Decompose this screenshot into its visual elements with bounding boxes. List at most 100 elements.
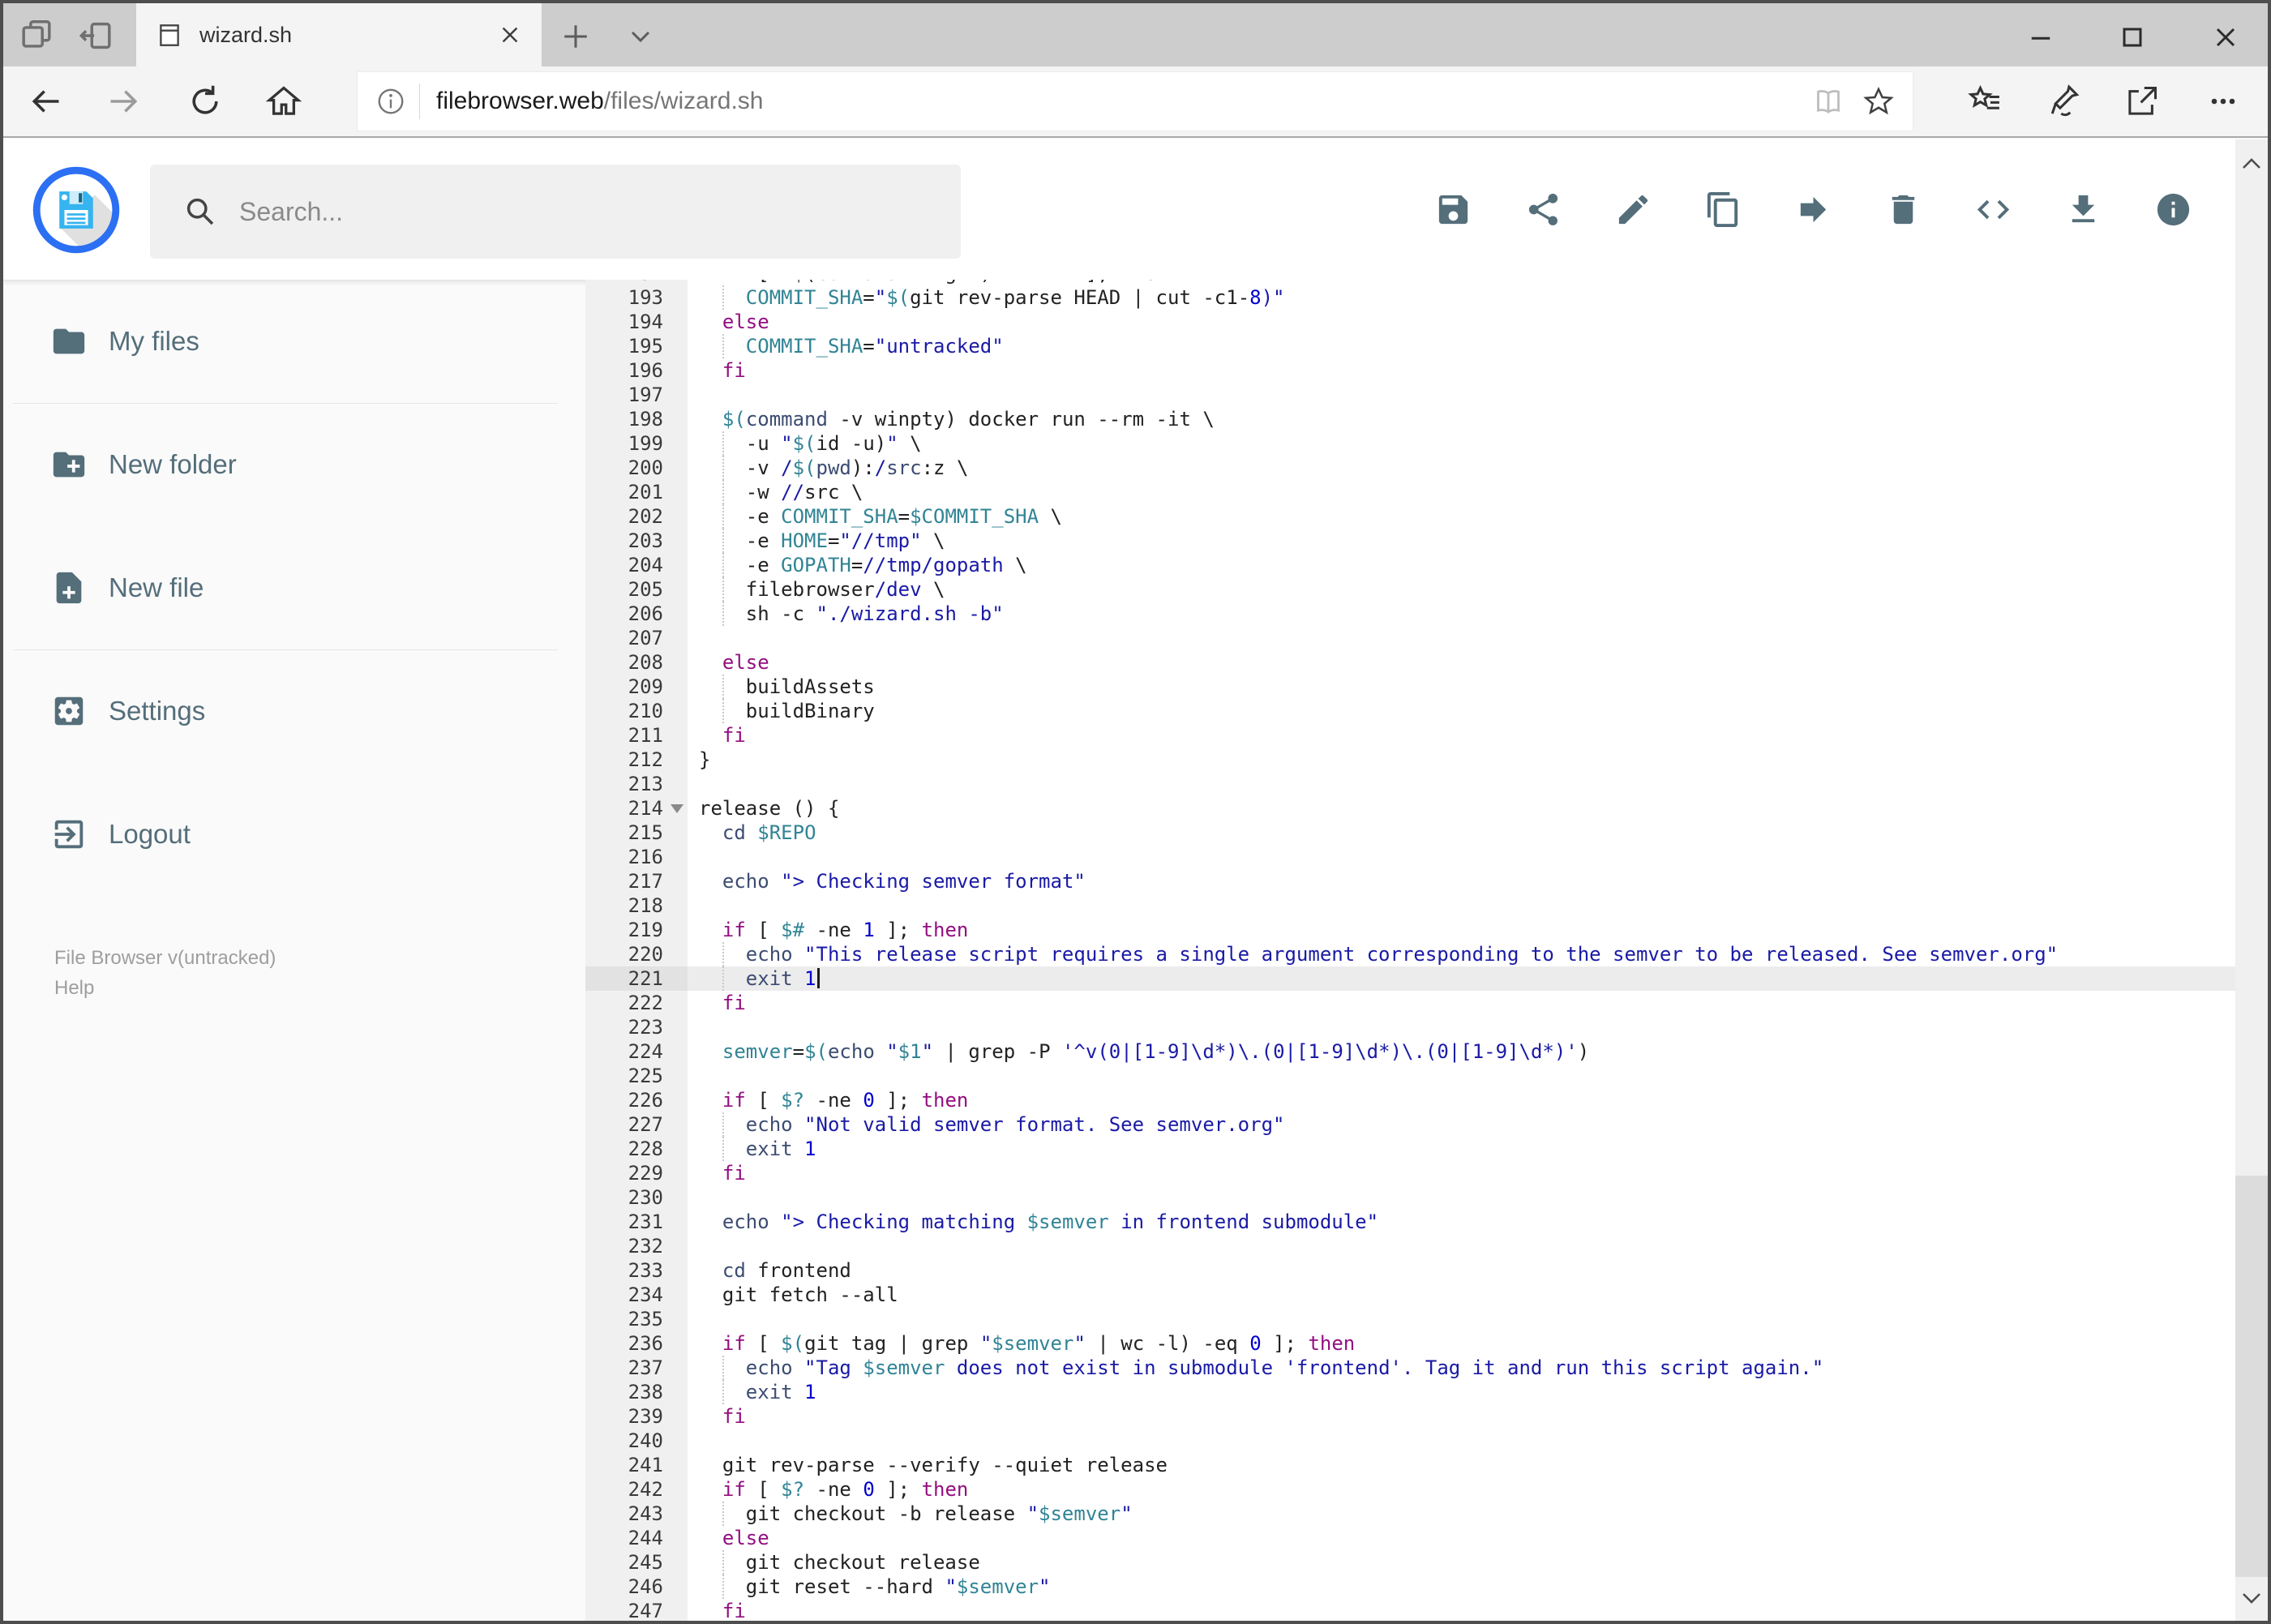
code-line[interactable]: 221 exit 1 (585, 966, 2235, 991)
code-line[interactable]: 233 cd frontend (585, 1258, 2235, 1283)
code-line[interactable]: 193 COMMIT_SHA="$(git rev-parse HEAD | c… (585, 285, 2235, 310)
code-line[interactable]: 238 exit 1 (585, 1380, 2235, 1404)
code-line[interactable]: 210 buildBinary (585, 699, 2235, 723)
code-line[interactable]: 212} (585, 748, 2235, 772)
code-line[interactable]: 220 echo "This release script requires a… (585, 942, 2235, 966)
code-line[interactable]: 226 if [ $? -ne 0 ]; then (585, 1088, 2235, 1112)
scrollbar-thumb[interactable] (2235, 1176, 2268, 1577)
code-line[interactable]: 205 filebrowser/dev \ (585, 577, 2235, 602)
code-view-icon[interactable] (1974, 191, 2012, 229)
reading-view-icon[interactable] (1812, 85, 1845, 118)
sidebar-item-logout[interactable]: Logout (3, 810, 563, 859)
code-line[interactable]: 225 (585, 1064, 2235, 1088)
new-tab-icon[interactable] (559, 20, 592, 53)
code-line[interactable]: 197 (585, 383, 2235, 407)
code-line[interactable]: 214 release () { (585, 796, 2235, 821)
code-line[interactable]: 231 echo "> Checking matching $semver in… (585, 1210, 2235, 1234)
sidebar-item-new-file[interactable]: New file (3, 563, 563, 612)
code-line[interactable]: 245 git checkout release (585, 1550, 2235, 1575)
close-tab-icon[interactable] (498, 23, 522, 47)
code-line[interactable]: 222 fi (585, 991, 2235, 1015)
download-icon[interactable] (2064, 191, 2102, 229)
code-line[interactable]: 246 git reset --hard "$semver" (585, 1575, 2235, 1599)
delete-icon[interactable] (1884, 191, 1922, 229)
code-line[interactable]: 195 COMMIT_SHA="untracked" (585, 334, 2235, 358)
code-line[interactable]: 211 fi (585, 723, 2235, 748)
code-line[interactable]: 192 if [ "$(command -v git)" != "" ]; th… (585, 280, 2235, 285)
copy-icon[interactable] (1704, 191, 1742, 229)
tab-dropdown-icon[interactable] (624, 20, 657, 53)
maximize-button[interactable] (2116, 21, 2149, 54)
code-line[interactable]: 240 (585, 1429, 2235, 1453)
code-line[interactable]: 216 (585, 845, 2235, 869)
code-line[interactable]: 224 semver=$(echo "$1" | grep -P '^v(0|[… (585, 1039, 2235, 1064)
refresh-icon[interactable] (187, 84, 223, 119)
sidebar-item-my-files[interactable]: My files (3, 317, 563, 366)
url-text[interactable]: filebrowser.web/files/wizard.sh (436, 88, 1812, 115)
code-line[interactable]: 200 -v /$(pwd):/src:z \ (585, 456, 2235, 480)
code-line[interactable]: 242 if [ $? -ne 0 ]; then (585, 1477, 2235, 1502)
code-line[interactable]: 235 (585, 1307, 2235, 1331)
address-bar[interactable]: filebrowser.web/files/wizard.sh (357, 71, 1913, 131)
scroll-up-icon[interactable] (2239, 151, 2265, 177)
code-line[interactable]: 243 git checkout -b release "$semver" (585, 1502, 2235, 1526)
code-line[interactable]: 203 -e HOME="//tmp" \ (585, 529, 2235, 553)
code-line[interactable]: 219 if [ $# -ne 1 ]; then (585, 918, 2235, 942)
code-line[interactable]: 237 echo "Tag $semver does not exist in … (585, 1356, 2235, 1380)
code-line[interactable]: 228 exit 1 (585, 1137, 2235, 1161)
sidebar-item-settings[interactable]: Settings (3, 687, 563, 735)
code-line[interactable]: 239 fi (585, 1404, 2235, 1429)
code-line[interactable]: 207 (585, 626, 2235, 650)
info-icon[interactable] (2154, 191, 2192, 229)
code-line[interactable]: 204 -e GOPATH=//tmp/gopath \ (585, 553, 2235, 577)
code-line[interactable]: 241 git rev-parse --verify --quiet relea… (585, 1453, 2235, 1477)
code-line[interactable]: 232 (585, 1234, 2235, 1258)
code-line[interactable]: 213 (585, 772, 2235, 796)
close-window-button[interactable] (2209, 21, 2242, 54)
code-line[interactable]: 217 echo "> Checking semver format" (585, 869, 2235, 893)
code-line[interactable]: 201 -w //src \ (585, 480, 2235, 504)
tab-preview-icon[interactable] (18, 17, 55, 54)
site-info-icon[interactable] (375, 86, 406, 117)
code-line[interactable]: 198 $(command -v winpty) docker run --rm… (585, 407, 2235, 431)
vertical-scrollbar[interactable] (2235, 139, 2268, 1621)
browser-tab[interactable]: wizard.sh (136, 3, 542, 66)
code-line[interactable]: 208 else (585, 650, 2235, 675)
more-options-icon[interactable] (2205, 84, 2241, 119)
scroll-down-icon[interactable] (2239, 1585, 2265, 1611)
code-line[interactable]: 209 buildAssets (585, 675, 2235, 699)
code-line[interactable]: 215 cd $REPO (585, 821, 2235, 845)
rename-icon[interactable] (1614, 191, 1652, 229)
code-line[interactable]: 234 git fetch --all (585, 1283, 2235, 1307)
forward-icon[interactable] (106, 84, 142, 119)
share-icon[interactable] (2124, 84, 2160, 119)
code-editor[interactable]: 192 if [ "$(command -v git)" != "" ]; th… (585, 280, 2235, 1621)
share-file-icon[interactable] (1524, 191, 1562, 229)
back-icon[interactable] (28, 84, 63, 119)
save-icon[interactable] (1434, 191, 1472, 229)
favorite-star-icon[interactable] (1862, 85, 1895, 118)
hub-favorites-icon[interactable] (1967, 84, 2003, 119)
code-line[interactable]: 202 -e COMMIT_SHA=$COMMIT_SHA \ (585, 504, 2235, 529)
fold-arrow-icon[interactable] (671, 804, 683, 813)
set-tabs-aside-icon[interactable] (78, 17, 115, 54)
home-icon[interactable] (266, 84, 302, 119)
code-line[interactable]: 196 fi (585, 358, 2235, 383)
code-line[interactable]: 206 sh -c "./wizard.sh -b" (585, 602, 2235, 626)
code-line[interactable]: 194 else (585, 310, 2235, 334)
code-line[interactable]: 199 -u "$(id -u)" \ (585, 431, 2235, 456)
code-line[interactable]: 230 (585, 1185, 2235, 1210)
code-line[interactable]: 223 (585, 1015, 2235, 1039)
code-line[interactable]: 244 else (585, 1526, 2235, 1550)
web-note-pen-icon[interactable] (2046, 84, 2081, 119)
code-line[interactable]: 247 fi (585, 1599, 2235, 1621)
code-line[interactable]: 236 if [ $(git tag | grep "$semver" | wc… (585, 1331, 2235, 1356)
code-line[interactable]: 218 (585, 893, 2235, 918)
sidebar-item-new-folder[interactable]: New folder (3, 440, 563, 489)
move-icon[interactable] (1794, 191, 1832, 229)
minimize-button[interactable] (2025, 21, 2057, 54)
search-box[interactable] (150, 165, 961, 259)
search-input[interactable] (238, 195, 889, 228)
filebrowser-logo[interactable] (32, 166, 120, 254)
code-line[interactable]: 227 echo "Not valid semver format. See s… (585, 1112, 2235, 1137)
